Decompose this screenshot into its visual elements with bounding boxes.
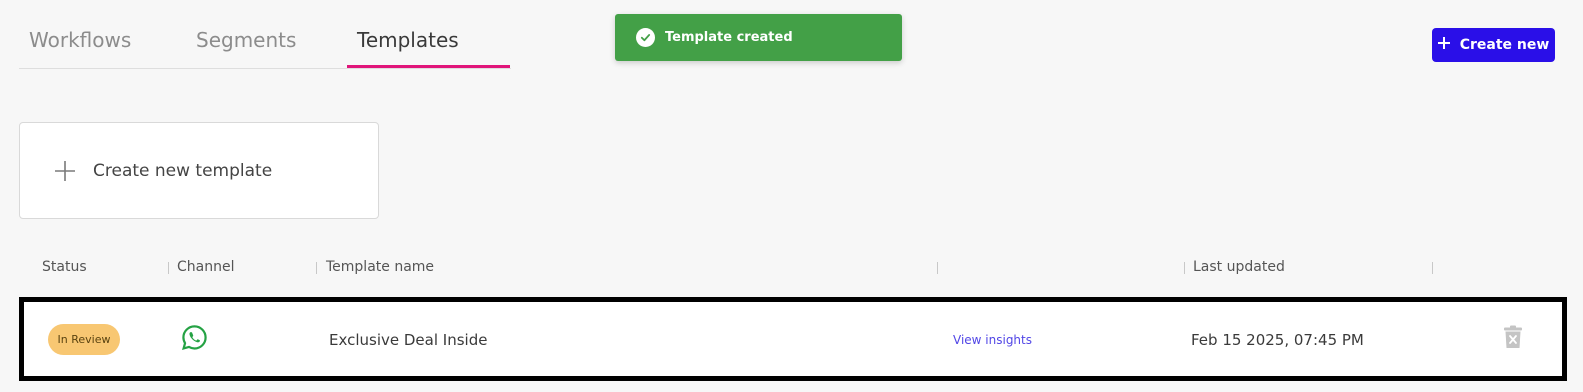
- check-circle-icon: [636, 28, 655, 47]
- column-header-last-updated: Last updated: [1193, 259, 1285, 275]
- create-new-label: Create new: [1459, 37, 1550, 53]
- column-separator: [168, 262, 169, 274]
- column-separator: [316, 262, 317, 274]
- toast-notification: Template created: [615, 14, 902, 61]
- tab-workflows[interactable]: Workflows: [29, 28, 131, 52]
- plus-icon: [1437, 37, 1450, 53]
- column-header-status: Status: [42, 259, 87, 275]
- column-separator: [1184, 262, 1185, 274]
- active-tab-indicator: [347, 65, 510, 68]
- create-new-template-card[interactable]: Create new template: [19, 122, 379, 219]
- last-updated-date: Feb 15 2025, 07:45 PM: [1191, 331, 1364, 349]
- templates-page: Workflows Segments Templates Template cr…: [0, 0, 1583, 392]
- status-badge: In Review: [48, 324, 120, 355]
- tab-templates[interactable]: Templates: [357, 28, 459, 52]
- create-new-button[interactable]: Create new: [1432, 28, 1555, 62]
- toast-message: Template created: [665, 30, 793, 45]
- column-separator: [1432, 262, 1433, 274]
- tab-bar: Workflows Segments Templates: [19, 0, 511, 69]
- plus-icon: [55, 160, 75, 181]
- column-header-template-name: Template name: [326, 259, 435, 275]
- whatsapp-icon: [181, 324, 208, 355]
- view-insights-link[interactable]: View insights: [953, 333, 1032, 347]
- template-name[interactable]: Exclusive Deal Inside: [329, 331, 487, 349]
- tab-segments[interactable]: Segments: [196, 28, 296, 52]
- column-header-channel: Channel: [177, 259, 235, 275]
- delete-icon[interactable]: [1503, 325, 1523, 353]
- create-template-label: Create new template: [93, 160, 273, 181]
- table-row[interactable]: In Review Exclusive Deal Inside View ins…: [19, 297, 1567, 381]
- column-separator: [937, 262, 938, 274]
